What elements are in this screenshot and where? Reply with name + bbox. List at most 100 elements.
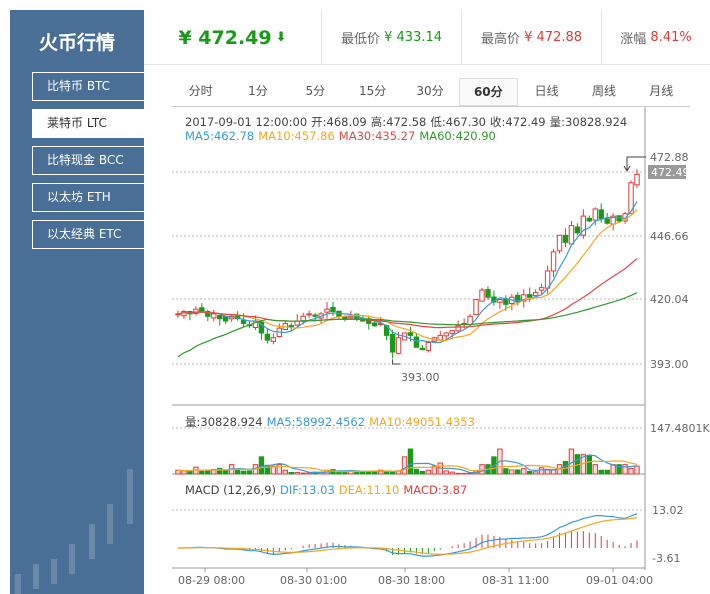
macd-value: MACD:3.87 (403, 483, 468, 497)
volume-bar (366, 470, 372, 475)
volume-bar (455, 472, 461, 475)
sidebar-item-2[interactable]: 比特现金 BCC (32, 146, 144, 175)
dea-line (178, 517, 638, 555)
candle-body (246, 324, 253, 327)
candle-body (199, 307, 205, 313)
ma30-line (177, 258, 638, 329)
min-marker (392, 359, 400, 365)
volume-bar (318, 471, 324, 475)
tab-0[interactable]: 分时 (172, 78, 229, 106)
volume-bar (324, 469, 330, 475)
tab-2[interactable]: 5分 (287, 78, 344, 106)
candle-body (503, 298, 509, 305)
candle-body (580, 215, 587, 236)
candle-body (497, 299, 503, 303)
candle-body (217, 314, 223, 320)
decorative-candles-icon (15, 469, 133, 594)
dif-line (177, 513, 638, 557)
tab-3[interactable]: 15分 (344, 78, 401, 106)
tab-7[interactable]: 周线 (575, 78, 632, 106)
sidebar-item-3[interactable]: 以太坊 ETH (32, 183, 144, 212)
candle-body (234, 315, 241, 320)
candle-body (515, 294, 521, 303)
tab-4[interactable]: 30分 (401, 78, 458, 106)
high-value: ¥ 472.88 (524, 30, 583, 45)
volume-bar (395, 470, 402, 475)
candle-body (544, 270, 551, 289)
vol-ma10: MA10:49051.4353 (369, 415, 475, 429)
macd-dif: DIF:13.03 (280, 483, 335, 497)
candle-body (252, 320, 259, 328)
tab-5[interactable]: 60分 (458, 78, 518, 106)
x-axis-label: 08-30 01:00 (280, 574, 347, 587)
tab-6[interactable]: 日线 (518, 78, 575, 106)
candle-body (598, 209, 604, 219)
volume-bar (282, 469, 288, 475)
candle-body (479, 289, 485, 302)
candle-body (616, 215, 622, 222)
volume-bar (413, 468, 420, 475)
candle-body (419, 347, 426, 351)
volume-bar (556, 464, 563, 475)
candle-body (491, 296, 497, 303)
candle-body (282, 322, 288, 331)
volume-bar (270, 465, 277, 475)
candle-body (175, 313, 181, 316)
volume-bar (580, 454, 587, 475)
volume-bar (503, 468, 509, 475)
candle-body (366, 318, 372, 324)
price-header: ¥ 472.49 ⬇ 最低价 ¥ 433.14 最高价 ¥ 472.88 涨幅 … (144, 10, 710, 65)
info-ma5: MA5:462.78 (185, 129, 255, 143)
macd-dea: DEA:11.10 (338, 483, 400, 497)
volume-bar (199, 471, 205, 475)
volume-bar (544, 468, 551, 475)
volume-bar (592, 464, 598, 475)
volume-bar (228, 464, 235, 475)
candle-body (300, 315, 306, 322)
high-label: 最高价 (480, 32, 520, 47)
volume-bar (467, 472, 473, 475)
vol-ma5: MA5:58992.4562 (266, 415, 366, 429)
candle-body (562, 234, 569, 243)
volume-bar (532, 471, 539, 475)
candle-body (211, 313, 217, 319)
volume-bar (610, 464, 616, 475)
volume-bar (294, 471, 300, 475)
change-value: 8.41% (650, 30, 692, 45)
change: 涨幅 8.41% (602, 10, 710, 65)
candle-body (395, 337, 402, 354)
volume-bar (479, 464, 485, 475)
volume-bar (604, 469, 610, 475)
candle-body (568, 225, 575, 245)
x-axis-label: 09-01 04:00 (586, 574, 653, 587)
volume-bar (407, 448, 414, 475)
volume-bar (491, 456, 497, 475)
tab-8[interactable]: 月线 (633, 78, 690, 106)
candle-body (527, 294, 533, 298)
sidebar-item-0[interactable]: 比特币 BTC (32, 72, 144, 101)
vol-ma10-line (177, 460, 638, 473)
candle-body (521, 294, 527, 302)
sidebar-item-4[interactable]: 以太经典 ETC (32, 220, 144, 249)
info-vol: 量:30828.924 (549, 115, 628, 129)
volume-bar (521, 468, 527, 475)
volume-bar (431, 465, 438, 475)
arrow-down-icon: ⬇ (275, 30, 287, 45)
price-axis-label: 420.04 (650, 293, 689, 306)
tab-1[interactable]: 1分 (229, 78, 286, 106)
low-value: ¥ 433.14 (384, 30, 443, 45)
volume-bar (538, 467, 545, 475)
max-marker (626, 156, 646, 170)
volume-bar (193, 466, 199, 475)
x-axis-label: 08-30 18:00 (378, 574, 445, 587)
sidebar-item-1[interactable]: 莱特币 LTC (32, 109, 144, 138)
candle-body (336, 310, 342, 317)
candle-body (473, 299, 479, 315)
volume-bar (258, 456, 265, 475)
candle-body (222, 315, 229, 322)
candle-body (181, 311, 187, 317)
current-price-label: 472.49 (651, 166, 690, 179)
candle-body (377, 322, 384, 325)
price-axis-label: 446.66 (650, 230, 689, 243)
volume-bar (354, 471, 360, 475)
